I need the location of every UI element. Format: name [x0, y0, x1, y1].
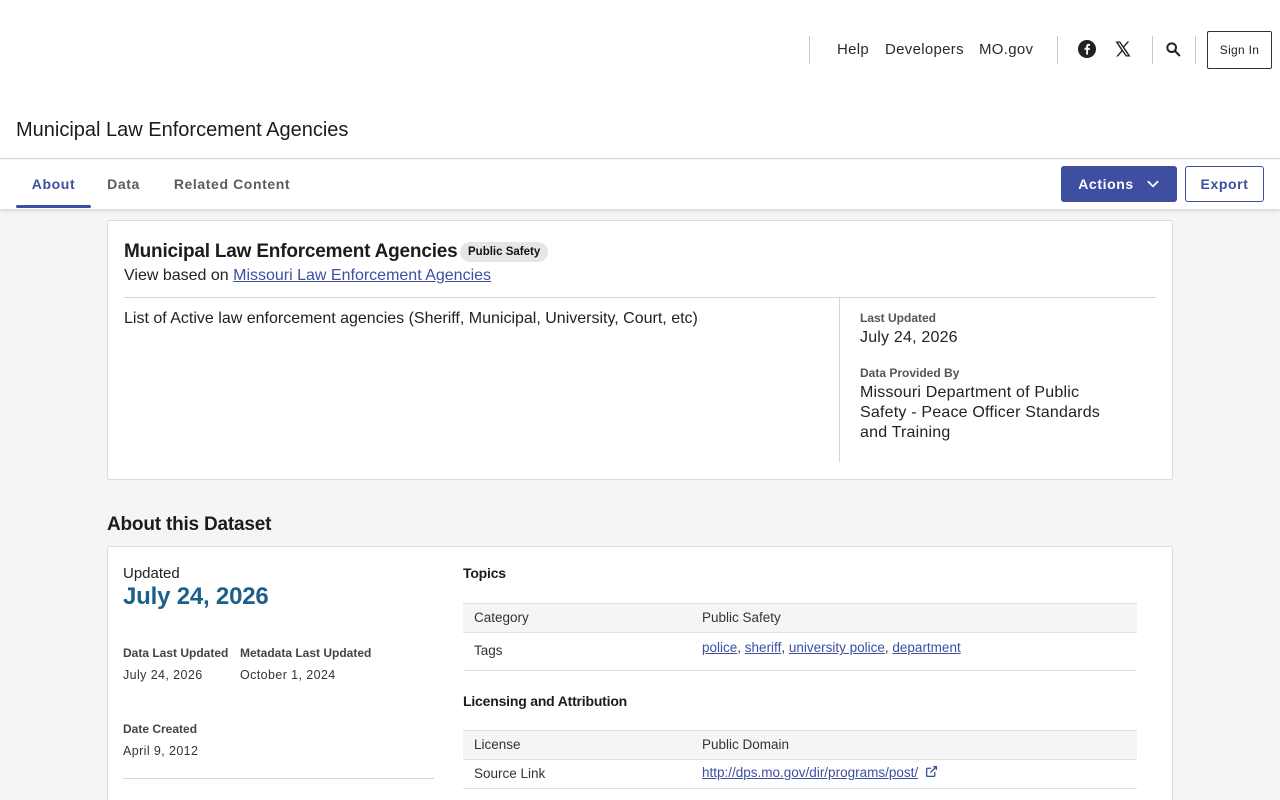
actions-button-label: Actions — [1078, 176, 1134, 192]
license-value: Public Domain — [702, 737, 790, 752]
metadata-last-updated-label: Metadata Last Updated — [240, 646, 372, 660]
divider — [839, 298, 840, 462]
export-button[interactable]: Export — [1185, 166, 1264, 202]
licensing-title: Licensing and Attribution — [463, 693, 628, 709]
tag-link[interactable]: police — [702, 640, 737, 655]
external-link-icon — [925, 765, 937, 778]
table-row: Tags police, sheriff, university police,… — [463, 633, 1137, 671]
x-twitter-icon[interactable] — [1112, 38, 1134, 60]
metadata-last-updated-value: October 1, 2024 — [240, 668, 336, 682]
header-divider — [1195, 36, 1196, 64]
last-updated-label: Last Updated — [860, 311, 937, 325]
data-last-updated-value: July 24, 2026 — [123, 668, 203, 682]
topics-title: Topics — [463, 565, 506, 581]
divider — [123, 778, 434, 779]
dataset-description: List of Active law enforcement agencies … — [124, 310, 698, 327]
category-key: Category — [474, 610, 529, 625]
table-row: License Public Domain — [463, 730, 1137, 760]
chevron-down-icon — [1147, 180, 1159, 188]
dataset-title: Municipal Law Enforcement Agencies — [124, 241, 458, 262]
updated-label: Updated — [123, 565, 180, 582]
view-based-on: View based on Missouri Law Enforcement A… — [124, 267, 491, 285]
search-icon[interactable] — [1162, 38, 1184, 60]
table-row: Category Public Safety — [463, 603, 1137, 633]
updated-date: July 24, 2026 — [123, 583, 269, 610]
tag-link[interactable]: department — [892, 640, 960, 655]
tab-about[interactable]: About — [16, 160, 91, 208]
last-updated-value: July 24, 2026 — [860, 329, 958, 346]
tabs-bar: About Data Related Content Actions Expor… — [0, 160, 1280, 209]
parent-dataset-link[interactable]: Missouri Law Enforcement Agencies — [233, 267, 491, 284]
header-divider — [1057, 36, 1058, 64]
site-header: Help Developers MO.gov Sign In — [0, 0, 1280, 100]
source-link-value: http://dps.mo.gov/dir/programs/post/ — [702, 765, 938, 780]
dataset-summary-card: Municipal Law Enforcement Agencies Publi… — [107, 220, 1173, 480]
license-key: License — [474, 737, 521, 752]
tags-list: police, sheriff, university police, depa… — [702, 640, 961, 655]
about-dataset-card: Updated July 24, 2026 Data Last Updated … — [107, 546, 1173, 800]
sign-in-button[interactable]: Sign In — [1207, 31, 1272, 69]
facebook-icon[interactable] — [1076, 38, 1098, 60]
data-last-updated-label: Data Last Updated — [123, 646, 229, 660]
tab-related-content[interactable]: Related Content — [163, 160, 301, 208]
title-bar: Municipal Law Enforcement Agencies — [0, 100, 1280, 159]
actions-button[interactable]: Actions — [1061, 166, 1177, 202]
category-value: Public Safety — [702, 610, 781, 625]
nav-mogov-link[interactable]: MO.gov — [979, 41, 1033, 58]
header-divider — [1152, 36, 1153, 64]
date-created-value: April 9, 2012 — [123, 744, 199, 758]
tag-link[interactable]: university police — [789, 640, 885, 655]
tag-link[interactable]: sheriff — [745, 640, 782, 655]
data-provided-by-value: Missouri Department of Public Safety - P… — [860, 384, 1101, 441]
source-link[interactable]: http://dps.mo.gov/dir/programs/post/ — [702, 765, 918, 780]
divider — [124, 297, 1156, 298]
about-section-title: About this Dataset — [107, 514, 272, 535]
page-title: Municipal Law Enforcement Agencies — [16, 119, 349, 141]
header-divider — [809, 36, 810, 64]
nav-developers-link[interactable]: Developers — [885, 41, 964, 58]
table-row: Source Link http://dps.mo.gov/dir/progra… — [463, 760, 1137, 789]
nav-help-link[interactable]: Help — [837, 41, 869, 58]
category-badge: Public Safety — [460, 242, 549, 262]
tags-key: Tags — [474, 643, 503, 658]
date-created-label: Date Created — [123, 722, 198, 736]
source-link-key: Source Link — [474, 766, 546, 781]
tab-data[interactable]: Data — [101, 160, 146, 208]
data-provided-by-label: Data Provided By — [860, 366, 960, 380]
view-based-prefix: View based on — [124, 267, 229, 284]
